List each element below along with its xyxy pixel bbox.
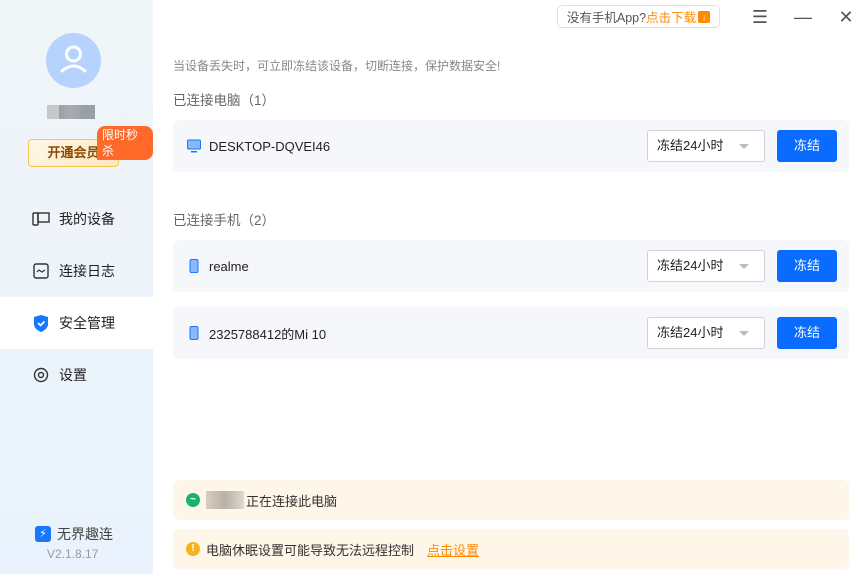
close-icon[interactable]: ✕ (836, 7, 856, 28)
sidebar-item-security[interactable]: 安全管理 (0, 297, 153, 349)
device-name: realme (209, 258, 249, 274)
device-name: 2325788412的Mi 10 (209, 326, 327, 342)
menu-icon[interactable]: ☰ (750, 7, 770, 28)
chevron-down-icon (739, 264, 749, 269)
status-text: 正在连接此电脑 (246, 493, 338, 509)
download-link: 点击下载 (646, 11, 697, 25)
phone-icon (189, 259, 199, 273)
pulse-icon: ~ (186, 493, 200, 507)
sidebar-item-connection-log[interactable]: 连接日志 (0, 245, 153, 297)
sidebar-item-my-devices[interactable]: 我的设备 (0, 193, 153, 245)
connection-status-banner: ~ 正在连接此电脑 (173, 480, 849, 520)
sidebar-item-label: 连接日志 (59, 263, 115, 279)
user-icon (60, 45, 87, 73)
warning-icon: ! (186, 542, 200, 556)
select-value: 冻结24小时 (657, 138, 724, 153)
phone-icon (189, 326, 199, 340)
warning-text: 电脑休眠设置可能导致无法远程控制 (206, 542, 415, 558)
device-name: DESKTOP-DQVEI46 (209, 138, 331, 154)
shield-check-icon (32, 314, 50, 332)
brand-logo-icon: ⚡ (35, 526, 51, 542)
device-card: realme 冻结24小时 冻结 (173, 240, 849, 292)
freeze-duration-select[interactable]: 冻结24小时 (647, 317, 765, 349)
sidebar-item-label: 我的设备 (59, 211, 115, 227)
freeze-button[interactable]: 冻结 (777, 250, 837, 282)
computer-icon (187, 139, 201, 153)
sidebar-item-label: 安全管理 (59, 315, 115, 331)
blurred-name (206, 491, 244, 509)
pc-section-title: 已连接电脑（1） (173, 93, 276, 108)
sidebar: 开通会员 限时秒杀 我的设备 连接日志 安全管理 设置 ⚡ 无界趣连 V2.1.… (0, 0, 153, 574)
settings-link[interactable]: 点击设置 (427, 540, 479, 559)
chevron-down-icon (739, 331, 749, 336)
sidebar-item-settings[interactable]: 设置 (0, 349, 153, 401)
security-notice: 当设备丢失时，可立即冻结该设备，切断连接，保护数据安全! (173, 59, 501, 73)
log-icon (32, 262, 50, 280)
freeze-duration-select[interactable]: 冻结24小时 (647, 250, 765, 282)
select-value: 冻结24小时 (657, 325, 724, 340)
chevron-down-icon (739, 144, 749, 149)
avatar[interactable] (46, 33, 101, 88)
flash-sale-badge: 限时秒杀 (97, 126, 153, 160)
devices-icon (32, 210, 50, 228)
sleep-warning-banner: ! 电脑休眠设置可能导致无法远程控制 点击设置 (173, 529, 849, 569)
select-value: 冻结24小时 (657, 258, 724, 273)
freeze-duration-select[interactable]: 冻结24小时 (647, 130, 765, 162)
brand: ⚡ 无界趣连 (35, 524, 113, 544)
phone-section-title: 已连接手机（2） (173, 213, 276, 228)
username-blurred (47, 105, 95, 119)
download-icon: ↓ (698, 10, 711, 23)
freeze-button[interactable]: 冻结 (777, 317, 837, 349)
app-prompt: 没有手机App? (566, 11, 647, 25)
device-card: DESKTOP-DQVEI46 冻结24小时 冻结 (173, 120, 849, 172)
brand-name: 无界趣连 (57, 526, 113, 542)
sidebar-item-label: 设置 (59, 367, 87, 383)
settings-icon (32, 366, 50, 384)
freeze-button[interactable]: 冻结 (777, 130, 837, 162)
device-card: 2325788412的Mi 10 冻结24小时 冻结 (173, 307, 849, 359)
download-app-button[interactable]: 没有手机App? 点击下载 ↓ (557, 5, 720, 28)
minimize-icon[interactable]: — (793, 7, 813, 28)
version-label: V2.1.8.17 (47, 547, 99, 561)
